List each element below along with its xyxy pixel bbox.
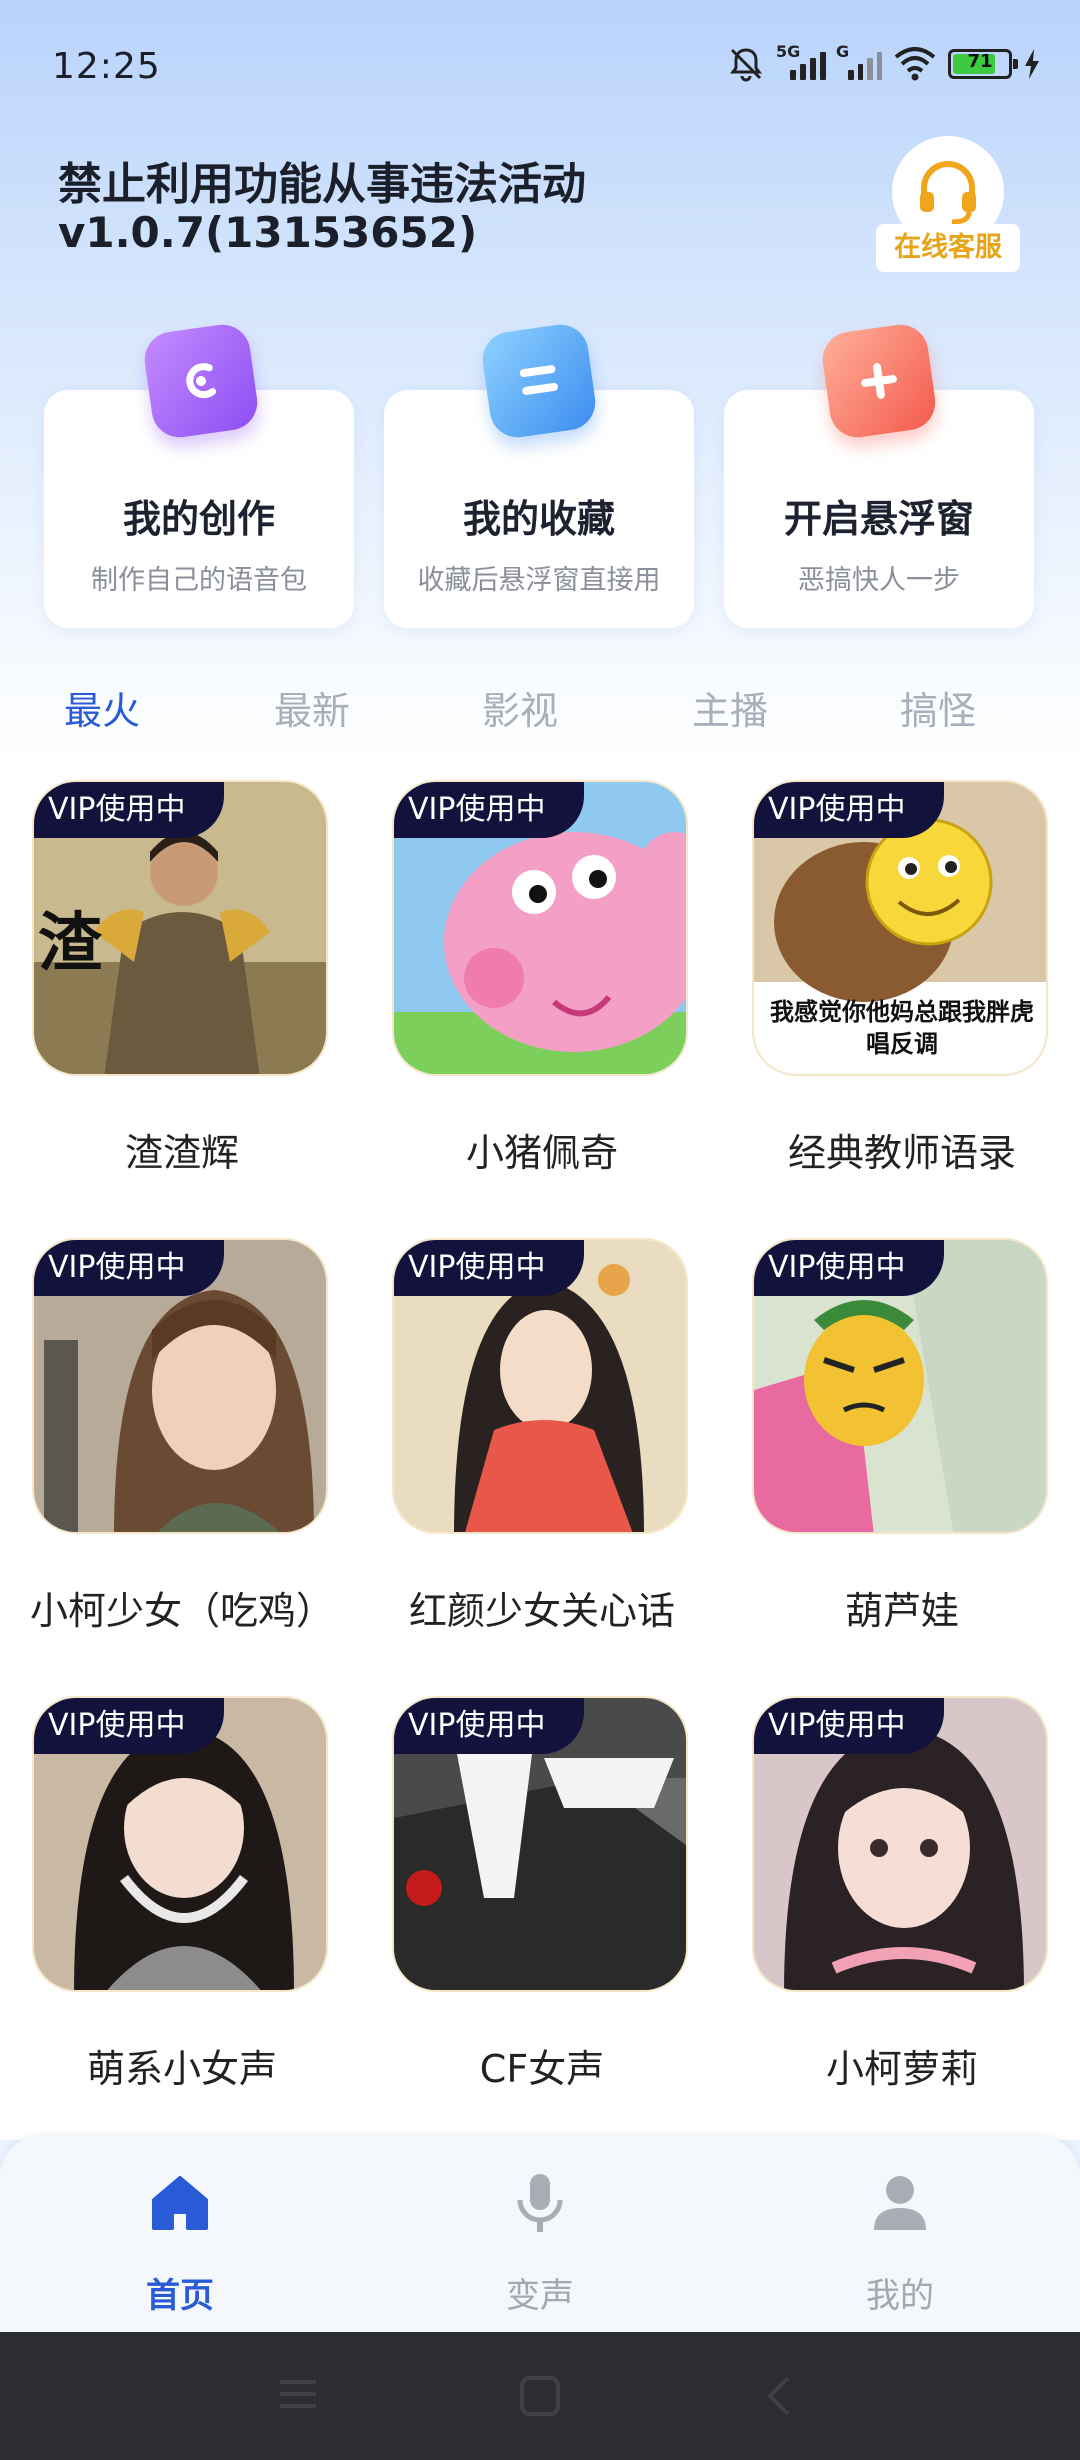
vip-badge: VIP使用中 <box>754 782 944 838</box>
vip-badge: VIP使用中 <box>34 1698 224 1754</box>
wifi-icon <box>894 47 936 81</box>
card-subtitle: 恶搞快人一步 <box>798 565 960 596</box>
tab-hottest[interactable]: 最火 <box>64 680 140 735</box>
status-time: 12:25 <box>52 46 161 87</box>
voice-pack-thumbnail: VIP使用中 <box>392 780 688 1076</box>
warning-title: 禁止利用功能从事违法活动 <box>58 159 586 210</box>
status-bar: 12:25 5G G 71 <box>0 0 1080 140</box>
card-title: 我的创作 <box>122 497 275 541</box>
vip-badge: VIP使用中 <box>754 1240 944 1296</box>
vip-badge: VIP使用中 <box>34 1240 224 1296</box>
tab-anchor[interactable]: 主播 <box>692 680 768 735</box>
voice-pack-name: 红颜少女关心话 <box>408 1589 675 1633</box>
creation-icon <box>141 321 261 441</box>
vip-badge: VIP使用中 <box>394 1240 584 1296</box>
nav-home[interactable]: 首页 <box>30 2136 330 2332</box>
version-text: v1.0.7(13153652) <box>58 208 478 257</box>
voice-pack-name: 渣渣辉 <box>124 1131 239 1175</box>
mute-bell-icon <box>730 48 762 82</box>
back-icon[interactable] <box>760 2374 800 2418</box>
voice-pack-thumbnail: VIP使用中 <box>392 1696 688 1992</box>
vip-badge: VIP使用中 <box>754 1698 944 1754</box>
vip-badge: VIP使用中 <box>394 1698 584 1754</box>
microphone-icon <box>517 2174 563 2232</box>
nav-voice-change[interactable]: 变声 <box>390 2136 690 2332</box>
favorites-list-icon <box>479 321 599 441</box>
headset-icon <box>920 161 976 225</box>
feature-cards: 我的创作 制作自己的语音包 我的收藏 收藏后悬浮窗直接用 开启悬浮窗 恶搞快人一… <box>44 321 1036 628</box>
vip-badge: VIP使用中 <box>34 782 224 838</box>
home-square-icon[interactable] <box>518 2374 562 2418</box>
nav-home-label: 首页 <box>146 2276 214 2316</box>
voice-pack-thumbnail: VIP使用中 <box>752 1696 1048 1992</box>
tab-funny[interactable]: 搞怪 <box>900 680 976 735</box>
menu-icon[interactable] <box>276 2374 320 2414</box>
user-icon <box>874 2176 926 2230</box>
plus-icon <box>819 321 939 441</box>
card-subtitle: 制作自己的语音包 <box>91 565 307 596</box>
voice-pack-name: CF女声 <box>479 2047 605 2091</box>
nav-mine-label: 我的 <box>866 2276 934 2316</box>
charging-icon <box>1025 49 1039 79</box>
nav-voice-label: 变声 <box>506 2276 574 2316</box>
bottom-navigation: 首页 变声 我的 <box>0 2136 1080 2332</box>
voice-pack-thumbnail: VIP使用中 <box>752 1238 1048 1534</box>
voice-pack-name: 小柯萝莉 <box>825 2047 978 2091</box>
service-label: 在线客服 <box>876 224 1020 272</box>
card-title: 我的收藏 <box>462 497 615 541</box>
nav-mine[interactable]: 我的 <box>750 2136 1050 2332</box>
voice-pack-thumbnail: VIP使用中 <box>392 1238 688 1534</box>
vip-badge: VIP使用中 <box>394 782 584 838</box>
status-icons: 5G G 71 <box>726 42 1040 84</box>
home-icon <box>152 2176 208 2230</box>
voice-pack-thumbnail: VIP使用中 渣 <box>32 780 328 1076</box>
battery-icon: 71 <box>948 49 1018 79</box>
category-tabs: 最火 最新 影视 主播 搞怪 <box>0 668 1080 740</box>
tab-film[interactable]: 影视 <box>482 680 558 735</box>
voice-pack-thumbnail: VIP使用中 我感觉你他妈总跟我胖虎唱反调 <box>752 780 1048 1076</box>
voice-pack-thumbnail: VIP使用中 <box>32 1238 328 1534</box>
card-title: 开启悬浮窗 <box>783 497 974 541</box>
signal-5g-icon: 5G <box>776 42 826 80</box>
online-service-button[interactable]: 在线客服 <box>876 132 1024 272</box>
voice-pack-name: 葫芦娃 <box>844 1589 959 1633</box>
voice-pack-name: 经典教师语录 <box>787 1131 1016 1175</box>
tab-newest[interactable]: 最新 <box>274 680 350 735</box>
voice-pack-name: 小柯少女（吃鸡） <box>29 1589 334 1633</box>
card-subtitle: 收藏后悬浮窗直接用 <box>417 565 661 596</box>
signal-g-icon: G <box>836 42 882 80</box>
thumbnail-caption: 我感觉你他妈总跟我胖虎唱反调 <box>770 998 1034 1058</box>
voice-pack-grid: VIP使用中 渣 渣渣辉 VIP使用中 小猪佩奇 VIP使用中 我感觉你他妈总跟… <box>0 760 1080 2140</box>
thumbnail-text: 渣 <box>38 907 102 981</box>
voice-pack-thumbnail: VIP使用中 <box>32 1696 328 1992</box>
voice-pack-name: 小猪佩奇 <box>465 1131 618 1175</box>
voice-pack-name: 萌系小女声 <box>86 2047 277 2091</box>
system-nav-bar <box>0 2332 1080 2460</box>
